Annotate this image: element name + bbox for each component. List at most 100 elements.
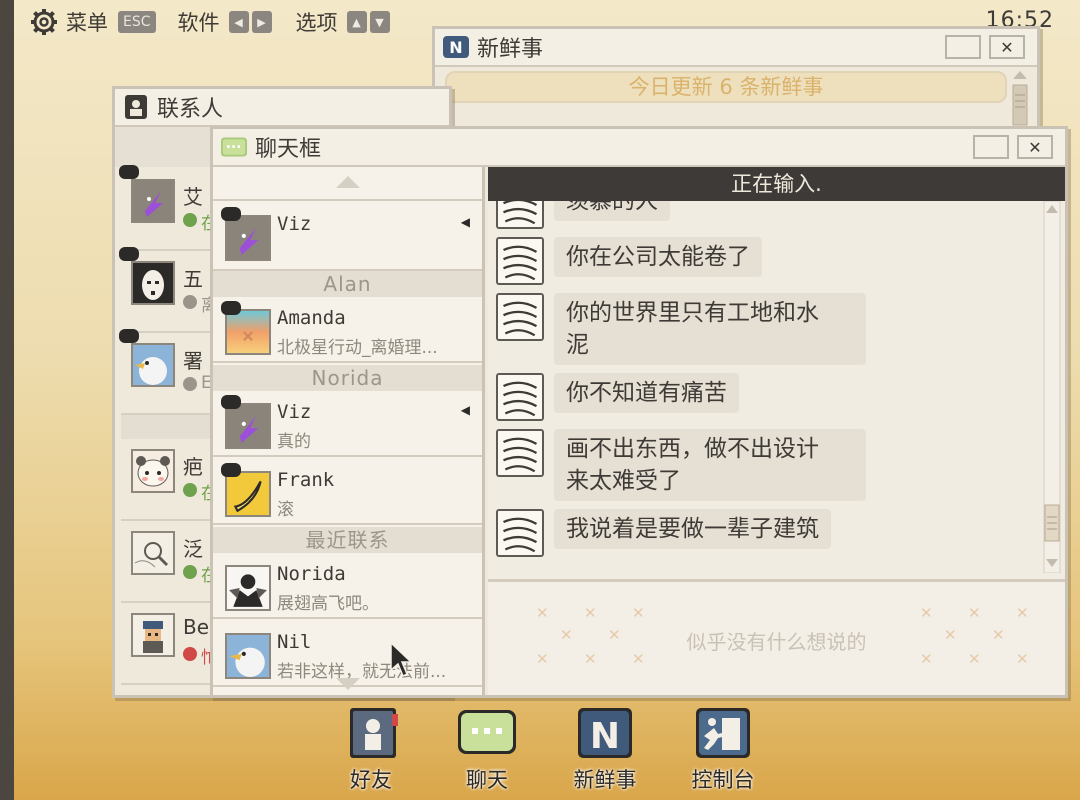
pattern-x: ✕ [584,604,597,622]
message-line: 画不出东西，做不出设计 [566,436,819,462]
section-header-alan: Alan [213,271,482,297]
mood-badge [119,329,139,343]
message-bubble: 你的世界里只有工地和水 泥 [554,293,866,365]
status-dot [183,647,197,661]
chat-window: 聊天框 ✕ Viz ◀ Alan Amanda 北极星行动_离婚理... Nor… [210,126,1068,698]
right-arrow-icon[interactable]: ▶ [251,11,272,33]
message-line: 来太难受了 [566,468,681,494]
sender-avatar [496,373,544,421]
chat-window-title: 聊天框 [255,137,322,162]
message-input-area[interactable]: ✕ ✕ ✕ ✕ ✕ ✕ ✕ ✕ ✕ ✕ ✕ ✕ ✕ ✕ ✕ ✕ 似乎没有什么想说… [488,579,1065,695]
mood-badge [221,207,241,221]
contact-avatar [131,179,175,223]
active-marker-icon: ◀ [460,403,470,417]
contact-row[interactable]: 五 离 [119,247,217,333]
contact-row[interactable]: 署 E [119,329,217,415]
contact-row[interactable]: 艾 在 [119,165,217,251]
contact-avatar [131,531,175,575]
message-bubble: 你不知道有痛苦 [554,373,739,413]
contact-avatar [131,261,175,305]
news-icon: N [578,708,632,758]
close-button[interactable]: ✕ [989,35,1025,59]
chat-bubble-icon [221,135,247,159]
status-dot [183,483,197,497]
message-line: 你的世界里只有工地和水 [566,300,819,326]
up-arrow-icon[interactable]: ▲ [346,11,367,33]
conversation-name: Viz [277,213,312,235]
contact-avatar [225,471,271,517]
input-placeholder: 似乎没有什么想说的 [686,630,867,654]
mood-badge [119,247,139,261]
pattern-x: ✕ [632,604,645,622]
left-arrow-icon[interactable]: ◀ [228,11,249,33]
down-arrow-icon[interactable]: ▼ [369,11,390,33]
software-menu[interactable]: 软件 ◀ ▶ [178,7,272,37]
conversation-preview: 北极星行动_离婚理... [277,338,438,358]
esc-key-hint: ESC [118,11,156,33]
dock-friends-button[interactable]: 好友 [326,706,416,796]
status-dot [183,295,197,309]
news-window-title: 新鲜事 [477,37,544,62]
message-bubble: 羡慕的人 [554,201,670,221]
message-line: 泥 [566,332,589,358]
dock-friends-label: 好友 [350,768,392,792]
pattern-x: ✕ [1016,604,1029,622]
contact-avatar [225,633,271,679]
conversation-preview: 真的 [277,432,311,452]
section-header-norida: Norida [213,365,482,391]
contact-avatar [225,565,271,611]
pattern-x: ✕ [536,604,549,622]
typing-status-bar: 正在输入. [488,167,1065,201]
close-button[interactable]: ✕ [1017,135,1053,159]
contacts-icon [123,95,149,119]
contact-row[interactable]: 疤 在 [121,439,217,521]
dock-news-button[interactable]: N 新鲜事 [560,706,650,796]
conversation-item[interactable]: Amanda 北极星行动_离婚理... [213,297,482,363]
dock-news-label: 新鲜事 [573,768,637,792]
section-header-recent: 最近联系 [213,527,482,553]
conversation-name: Nil [277,631,312,653]
address-book-icon [350,708,398,758]
contact-row[interactable]: Be 忙 [121,603,217,685]
sender-avatar [496,509,544,557]
divider [213,197,482,201]
chat-scrollbar[interactable] [1043,201,1061,573]
status-dot [183,377,197,391]
options-label: 选项 [295,11,338,35]
conversation-item[interactable]: Norida 展翅高飞吧。 [213,553,482,619]
software-label: 软件 [177,11,220,35]
dock-chat-button[interactable]: 聊天 [442,706,532,796]
chat-pane: 正在输入. 羡慕的人 你在公司太能卷了 你的世界里只有工地和水 泥 你不知道有痛… [488,167,1065,695]
contacts-titlebar[interactable]: 联系人 [115,89,449,127]
console-exit-icon [696,708,750,758]
pattern-x: ✕ [968,604,981,622]
sender-avatar [496,429,544,477]
conversation-list[interactable]: Viz ◀ Alan Amanda 北极星行动_离婚理... Norida Vi… [213,167,485,695]
active-marker-icon: ◀ [460,215,470,229]
contact-avatar [131,343,175,387]
conversation-item[interactable]: Viz ◀ [213,203,482,271]
message-list[interactable]: 羡慕的人 你在公司太能卷了 你的世界里只有工地和水 泥 你不知道有痛苦 画不出东… [488,201,1043,579]
news-banner[interactable]: 今日更新 6 条新鲜事 [445,71,1007,103]
dock-console-button[interactable]: 控制台 [678,706,768,796]
options-menu[interactable]: 选项 ▲ ▼ [296,7,390,37]
conversation-item[interactable]: Frank 滚 [213,459,482,525]
news-icon: N [443,35,469,59]
mood-badge [221,301,241,315]
svg-text:N: N [590,716,620,757]
contact-avatar [131,613,175,657]
mood-badge [119,165,139,179]
scroll-down-arrow-icon[interactable] [335,677,361,691]
maximize-button[interactable] [945,35,981,59]
conversation-item[interactable]: Viz 真的 ◀ [213,391,482,457]
contact-row[interactable]: 泛 在 [121,521,217,603]
menu-button[interactable]: 菜单 ESC [30,7,168,37]
chat-titlebar[interactable]: 聊天框 [213,129,1065,167]
scroll-up-arrow-icon[interactable] [335,175,361,189]
contact-avatar [225,309,271,355]
contact-avatar [131,449,175,493]
maximize-button[interactable] [973,135,1009,159]
dock-console-label: 控制台 [691,768,755,792]
conversation-name: Norida [277,563,346,585]
mood-badge [221,395,241,409]
